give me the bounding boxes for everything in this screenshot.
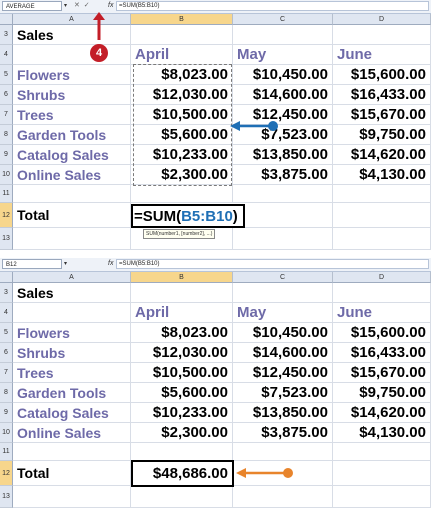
callout-overlay (90, 12, 278, 131)
step-number-badge: 4 (95, 47, 103, 59)
result-pointer-arrow (236, 468, 293, 478)
spreadsheet-panel-editing: AVERAGE ▾ ✕ ✓ fx =SUM(B5:B10) A B C D 3 … (0, 0, 431, 250)
range-pointer-arrow (230, 121, 278, 131)
spreadsheet-panel-result: B12 ▾ fx =SUM(B5:B10) A B C D 3 4 5 6 7 … (0, 258, 431, 508)
panel-divider (0, 250, 431, 258)
callout-overlay (236, 468, 293, 478)
